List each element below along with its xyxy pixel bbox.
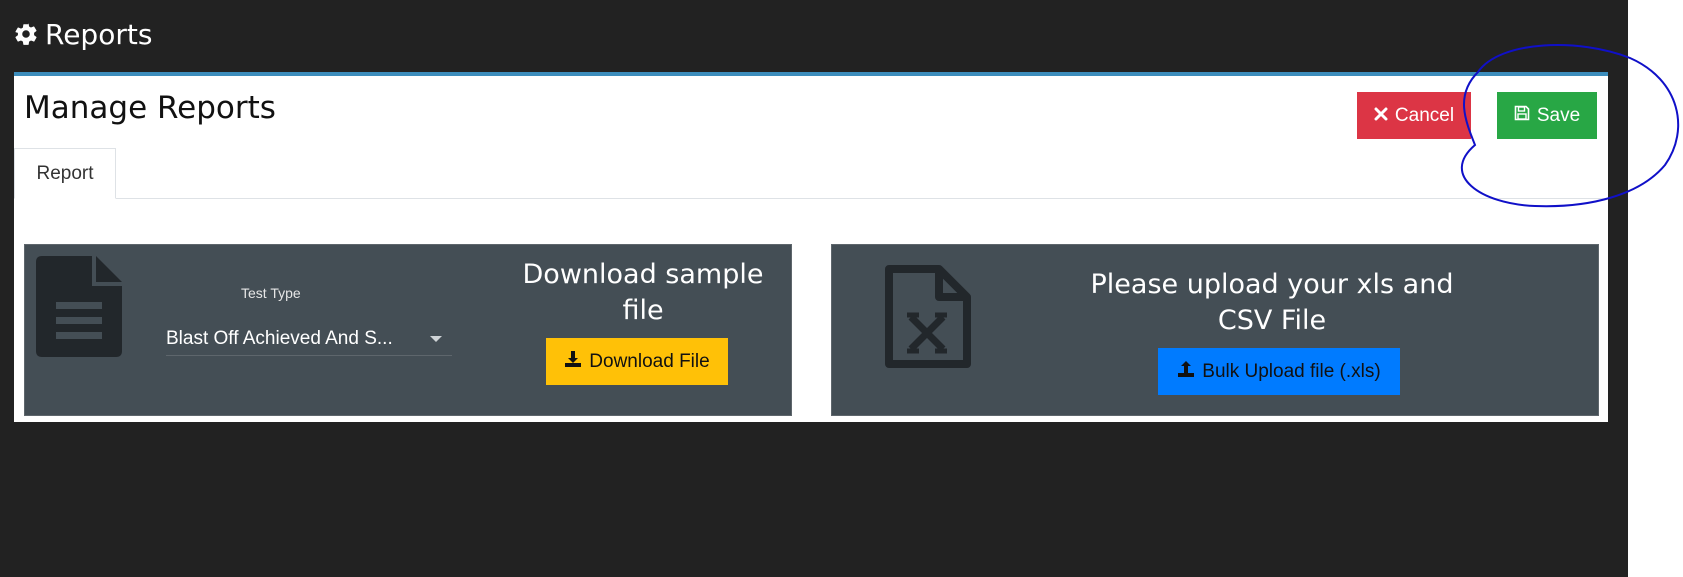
excel-file-icon	[885, 265, 971, 368]
tab-bar: Report	[14, 148, 1608, 199]
upload-heading: Please upload your xls and CSV File	[1090, 269, 1454, 336]
gear-icon	[13, 21, 39, 47]
close-icon	[1374, 105, 1388, 127]
save-button-label: Save	[1536, 104, 1581, 126]
download-file-button[interactable]: Download File	[546, 338, 728, 385]
bulk-upload-button[interactable]: Bulk Upload file (.xls)	[1158, 348, 1400, 395]
download-panel: Test Type Blast Off Achieved And S... Do…	[24, 244, 792, 416]
bulk-upload-label: Bulk Upload file (.xls)	[1202, 360, 1381, 382]
page-header: Reports	[13, 16, 152, 52]
page-title: Reports	[45, 17, 153, 51]
upload-icon	[1177, 360, 1195, 384]
test-type-selected-value: Blast Off Achieved And S...	[166, 327, 393, 349]
floppy-disk-icon	[1514, 105, 1530, 127]
download-file-label: Download File	[589, 350, 710, 372]
cancel-button[interactable]: Cancel	[1357, 92, 1471, 139]
card-title: Manage Reports	[24, 90, 276, 126]
upload-panel: Please upload your xls and CSV File Bulk…	[831, 244, 1599, 416]
document-icon	[36, 256, 122, 357]
test-type-label: Test Type	[241, 285, 301, 301]
save-button[interactable]: Save	[1497, 92, 1597, 139]
download-icon	[564, 350, 582, 374]
test-type-select[interactable]: Blast Off Achieved And S...	[166, 322, 452, 356]
download-heading: Download sample file	[522, 259, 764, 326]
tab-report[interactable]: Report	[14, 148, 116, 199]
cancel-button-label: Cancel	[1394, 104, 1455, 126]
manage-reports-card: Manage Reports Cancel Save Report Test T…	[14, 72, 1608, 422]
caret-down-icon	[430, 336, 442, 342]
